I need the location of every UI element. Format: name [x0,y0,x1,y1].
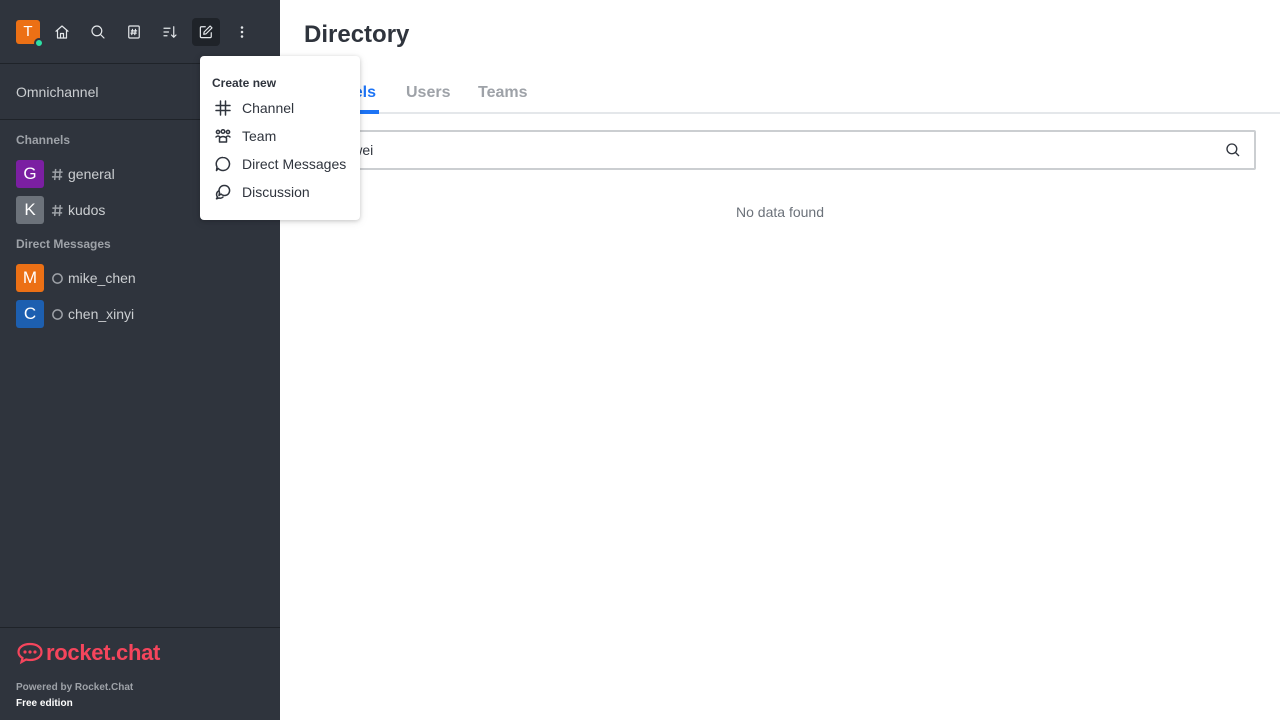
avatar: G [16,160,44,188]
sort-button[interactable] [156,18,184,46]
user-avatar-initial: T [23,23,33,40]
hash-icon [215,100,231,116]
kebab-menu-icon [240,25,244,38]
search-icon[interactable] [1224,141,1242,159]
chat-bubble-icon [215,156,231,172]
room-name: mike_chen [68,270,136,286]
user-avatar[interactable]: T [16,19,44,48]
create-new-menu: Create new Channel Team Direct Messages … [200,56,360,220]
home-button[interactable] [48,18,76,46]
menu-item-label: Direct Messages [242,156,347,172]
tab-teams[interactable]: Teams [478,84,528,102]
directory-button[interactable] [120,18,148,46]
menu-item-label: Discussion [242,184,310,200]
directory-page: Directory Channels Users Teams chen wei … [280,0,1280,720]
home-icon [55,24,69,39]
menu-item-team[interactable]: Team [200,122,360,150]
room-name: chen_xinyi [68,306,135,322]
sidebar-item-chen-xinyi[interactable]: C chen_xinyi [0,296,280,332]
directory-icon [128,24,140,39]
more-options-button[interactable] [228,18,256,46]
sort-icon [163,25,177,38]
sidebar-topbar: T [0,0,280,64]
online-status-indicator [34,37,44,48]
offline-status-icon [50,307,64,321]
rocket-chat-logo[interactable]: rocket.chat [16,640,264,666]
tab-users[interactable]: Users [406,84,450,102]
dm-section-title: Direct Messages [16,237,111,251]
page-title: Directory [304,21,410,48]
omnichannel-label: Omnichannel [16,83,99,100]
avatar: K [16,196,44,224]
search-button[interactable] [84,18,112,46]
powered-by-text: Powered by Rocket.Chat [16,682,134,693]
room-name: general [68,166,115,182]
hash-icon [50,203,64,217]
team-icon [215,128,231,143]
room-name: kudos [68,202,106,218]
create-new-icon [199,24,213,38]
menu-item-discussion[interactable]: Discussion [200,178,360,206]
rocket-chat-logo-icon [17,642,43,665]
menu-title: Create new [212,76,277,90]
menu-item-label: Team [242,128,277,144]
sidebar-footer: rocket.chat Powered by Rocket.Chat Free … [0,627,280,720]
create-new-button[interactable] [192,17,220,46]
sidebar-item-mike-chen[interactable]: M mike_chen [0,260,280,296]
avatar-initial: K [24,200,36,219]
empty-state-text: No data found [736,204,824,220]
menu-item-label: Channel [242,100,295,116]
search-input[interactable]: chen wei [304,130,1256,170]
discussion-icon [215,184,231,200]
search-input-value: chen wei [318,142,374,158]
avatar-initial: M [22,268,38,287]
edition-text: Free edition [16,698,73,709]
logo-text: rocket.chat [46,640,161,665]
avatar: M [16,264,44,292]
menu-item-direct-messages[interactable]: Direct Messages [200,150,360,178]
avatar: C [16,300,44,328]
offline-status-icon [50,271,64,285]
hash-icon [50,167,64,181]
avatar-initial: C [23,304,37,323]
directory-tabs: Channels Users Teams [280,76,1280,114]
menu-item-channel[interactable]: Channel [200,94,360,122]
avatar-initial: G [23,164,37,183]
search-icon [91,24,105,39]
